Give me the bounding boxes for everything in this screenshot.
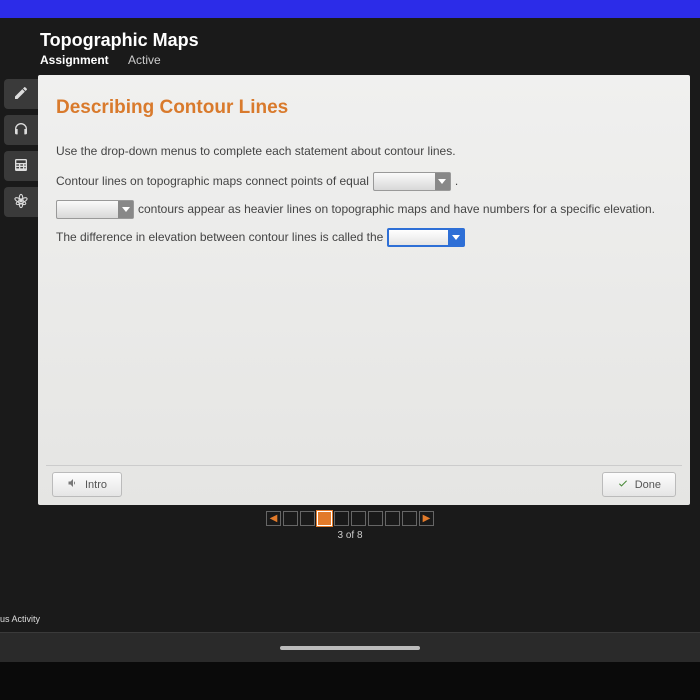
app-header: Topographic Maps Assignment Active bbox=[0, 18, 700, 75]
side-rail bbox=[4, 75, 38, 505]
chevron-down-icon bbox=[435, 173, 450, 190]
assignment-status: Active bbox=[128, 53, 161, 67]
pager-step-4[interactable] bbox=[334, 511, 349, 526]
instruction-text: Use the drop-down menus to complete each… bbox=[56, 139, 672, 163]
header-subline: Assignment Active bbox=[40, 53, 680, 67]
dropdown-2[interactable] bbox=[56, 200, 134, 219]
headphones-icon bbox=[13, 121, 29, 140]
activity-partial-label: us Activity bbox=[0, 614, 40, 624]
assignment-label: Assignment bbox=[40, 53, 109, 67]
pager-step-3[interactable] bbox=[317, 511, 332, 526]
calculator-tab[interactable] bbox=[4, 151, 38, 181]
statement-1-post: . bbox=[455, 169, 458, 193]
dropdown-1[interactable] bbox=[373, 172, 451, 191]
done-label: Done bbox=[635, 479, 661, 491]
dropdown-3[interactable] bbox=[387, 228, 465, 247]
pencil-icon bbox=[13, 85, 29, 104]
statement-2-post: contours appear as heavier lines on topo… bbox=[138, 197, 655, 221]
speaker-icon bbox=[67, 477, 79, 492]
pager-label: 3 of 8 bbox=[0, 530, 700, 541]
atom-tab[interactable] bbox=[4, 187, 38, 217]
pager-step-6[interactable] bbox=[368, 511, 383, 526]
pager-prev[interactable]: ◀ bbox=[266, 511, 281, 526]
calculator-icon bbox=[13, 157, 29, 176]
pager-step-8[interactable] bbox=[402, 511, 417, 526]
content-panel: Describing Contour Lines Use the drop-do… bbox=[38, 75, 690, 505]
intro-label: Intro bbox=[85, 479, 107, 491]
laptop-below bbox=[0, 662, 700, 700]
chevron-down-icon bbox=[448, 230, 463, 245]
intro-button[interactable]: Intro bbox=[52, 472, 122, 497]
pencil-tab[interactable] bbox=[4, 79, 38, 109]
statement-1: Contour lines on topographic maps connec… bbox=[56, 169, 672, 193]
laptop-notch bbox=[280, 646, 420, 650]
statement-3-pre: The difference in elevation between cont… bbox=[56, 225, 383, 249]
statement-1-pre: Contour lines on topographic maps connec… bbox=[56, 169, 369, 193]
pager-step-5[interactable] bbox=[351, 511, 366, 526]
pager-step-1[interactable] bbox=[283, 511, 298, 526]
atom-icon bbox=[13, 193, 29, 212]
pager-step-2[interactable] bbox=[300, 511, 315, 526]
statement-2: contours appear as heavier lines on topo… bbox=[56, 197, 672, 221]
pager-step-7[interactable] bbox=[385, 511, 400, 526]
statement-3: The difference in elevation between cont… bbox=[56, 225, 672, 249]
chevron-down-icon bbox=[118, 201, 133, 218]
done-button[interactable]: Done bbox=[602, 472, 676, 497]
progress-pager: ◀ ▶ bbox=[0, 511, 700, 526]
headphones-tab[interactable] bbox=[4, 115, 38, 145]
pager-next[interactable]: ▶ bbox=[419, 511, 434, 526]
content-bottom-bar: Intro Done bbox=[38, 466, 690, 505]
content-title: Describing Contour Lines bbox=[56, 89, 672, 127]
page-title: Topographic Maps bbox=[40, 30, 680, 51]
check-icon bbox=[617, 477, 629, 492]
window-top-strip bbox=[0, 0, 700, 18]
